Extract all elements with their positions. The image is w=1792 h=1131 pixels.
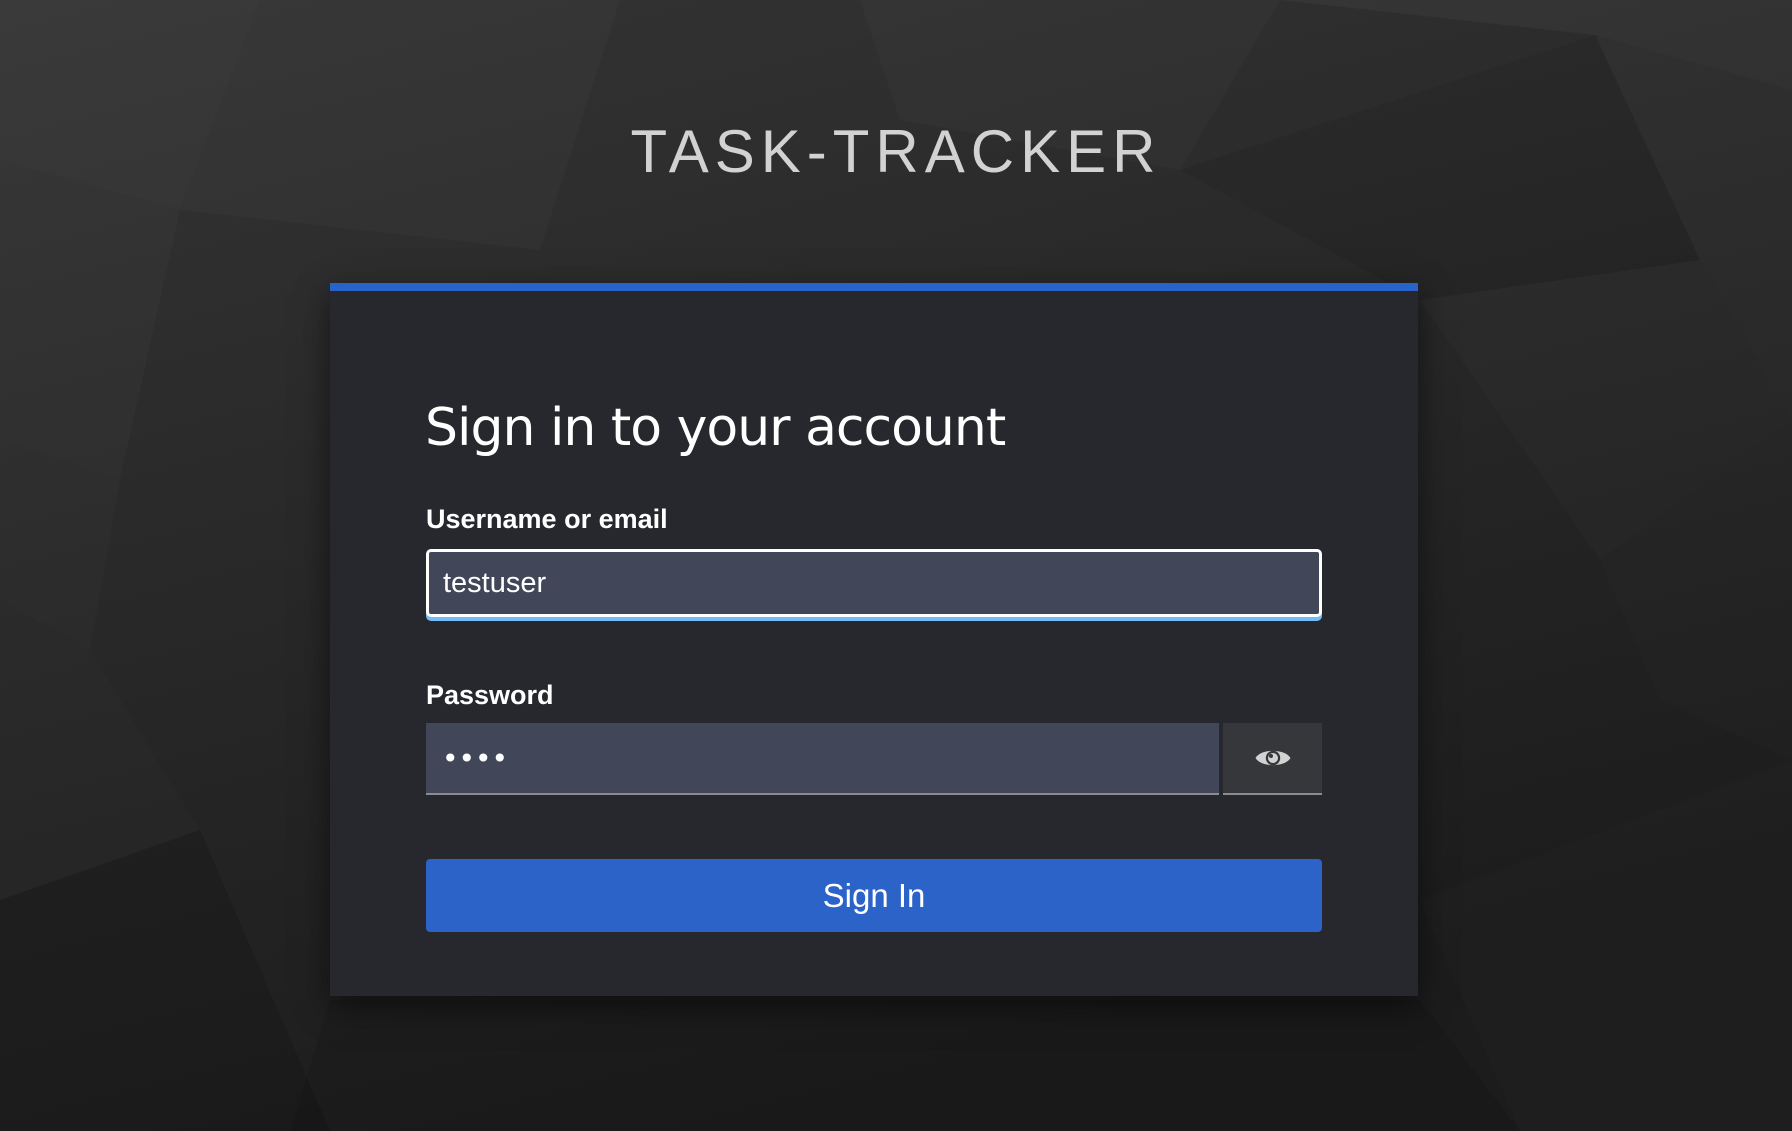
password-label: Password xyxy=(426,680,554,710)
brand-title: TASK-TRACKER xyxy=(630,118,1162,185)
page-title: Sign in to your account xyxy=(425,398,1006,458)
sign-in-button[interactable]: Sign In xyxy=(426,859,1322,932)
eye-icon xyxy=(1254,745,1292,771)
username-label: Username or email xyxy=(426,504,668,534)
login-card: Sign in to your account Username or emai… xyxy=(330,283,1418,996)
password-group xyxy=(426,723,1322,795)
show-password-button[interactable] xyxy=(1223,723,1322,795)
username-input[interactable] xyxy=(426,549,1322,617)
password-input[interactable] xyxy=(426,723,1219,795)
